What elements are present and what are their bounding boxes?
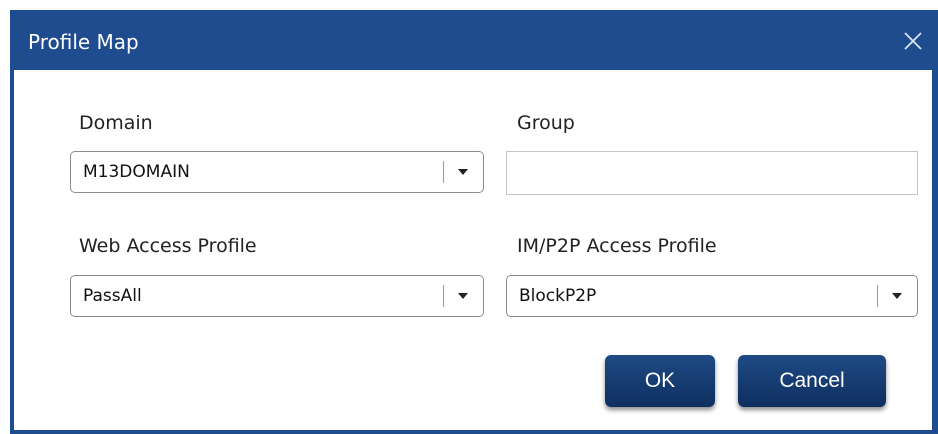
- domain-select[interactable]: M13DOMAIN: [70, 151, 484, 193]
- dialog-titlebar: Profile Map: [10, 10, 938, 70]
- im-p2p-access-profile-label: IM/P2P Access Profile: [517, 235, 717, 257]
- im-p2p-access-profile-divider: [877, 285, 878, 307]
- cancel-button[interactable]: Cancel: [738, 355, 886, 407]
- web-access-profile-divider: [443, 285, 444, 307]
- web-access-profile-label: Web Access Profile: [79, 235, 257, 257]
- web-access-profile-value: PassAll: [83, 286, 142, 306]
- im-p2p-access-profile-select[interactable]: BlockP2P: [506, 275, 918, 317]
- im-p2p-access-profile-value: BlockP2P: [519, 286, 597, 306]
- domain-select-divider: [443, 161, 444, 183]
- close-icon[interactable]: [902, 30, 924, 52]
- group-label: Group: [517, 112, 575, 134]
- dialog-body: Domain M13DOMAIN Group Web Access Profil…: [14, 70, 932, 430]
- chevron-down-icon[interactable]: [455, 288, 471, 304]
- profile-map-dialog: Profile Map Domain M13DOMAIN Group Web A…: [10, 10, 938, 434]
- dialog-title: Profile Map: [28, 30, 139, 54]
- web-access-profile-select[interactable]: PassAll: [70, 275, 484, 317]
- domain-select-value: M13DOMAIN: [83, 162, 190, 182]
- domain-label: Domain: [79, 112, 153, 134]
- group-input[interactable]: [506, 151, 918, 195]
- chevron-down-icon[interactable]: [455, 164, 471, 180]
- chevron-down-icon[interactable]: [889, 288, 905, 304]
- ok-button[interactable]: OK: [605, 355, 715, 407]
